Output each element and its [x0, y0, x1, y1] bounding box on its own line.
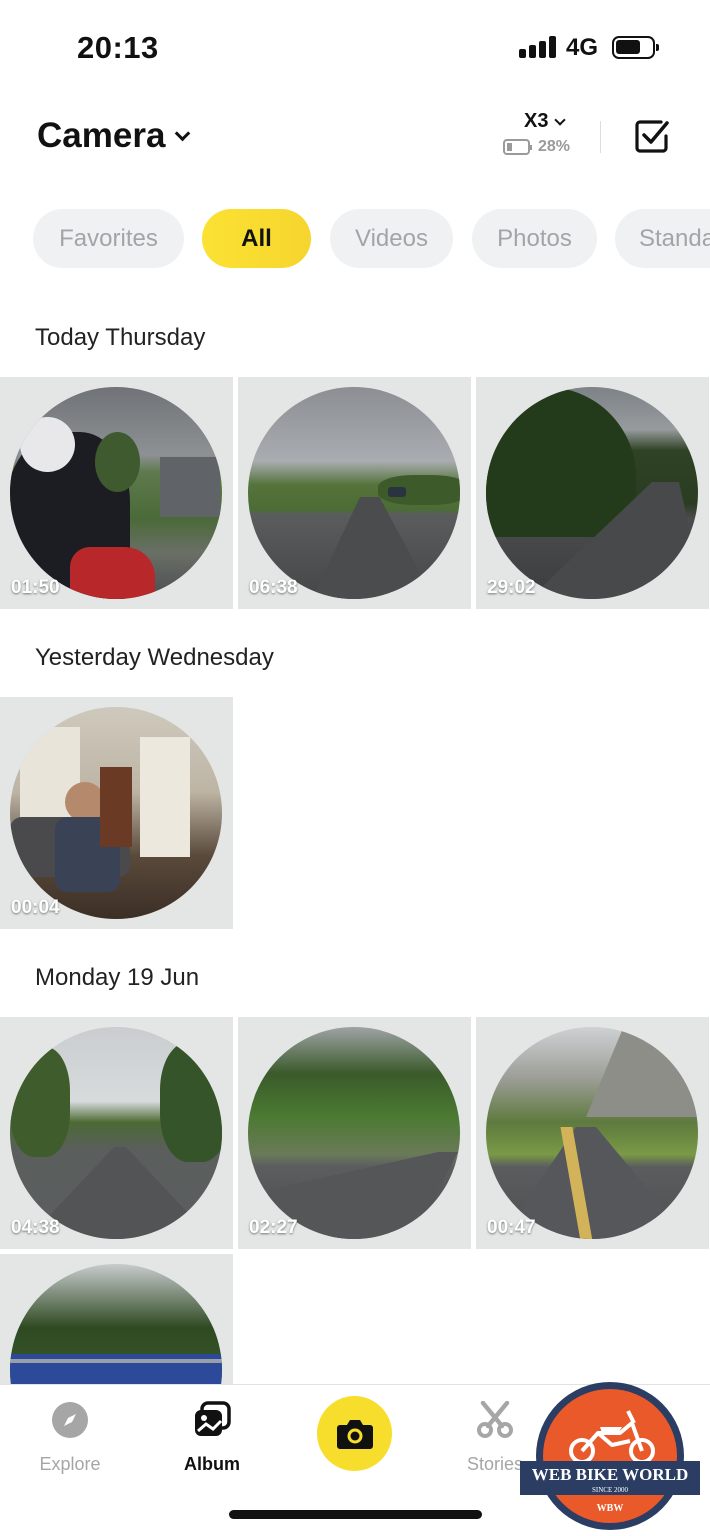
page-title: Camera	[37, 116, 166, 155]
video-duration: 00:04	[11, 897, 60, 918]
filter-favorites[interactable]: Favorites	[33, 209, 184, 268]
filter-all[interactable]: All	[202, 209, 311, 268]
video-preview	[248, 1027, 460, 1239]
tab-explore[interactable]: Explore	[25, 1401, 115, 1475]
web-bike-world-logo: WEB BIKE WORLD SINCE 2000 WBW	[520, 1382, 700, 1530]
filter-photos[interactable]: Photos	[472, 209, 597, 268]
camera-icon	[336, 1419, 373, 1449]
media-thumbnail[interactable]: 04:38	[0, 1017, 233, 1249]
media-thumbnail[interactable]: 06:38	[238, 377, 471, 609]
media-thumbnail[interactable]: 02:27	[238, 1017, 471, 1249]
device-battery-icon	[503, 139, 532, 155]
watermark-name: WEB BIKE WORLD	[532, 1465, 689, 1484]
filter-chips: Favorites All Videos Photos Standa	[0, 209, 710, 269]
watermark-since: SINCE 2000	[592, 1486, 628, 1494]
album-icon	[195, 1401, 231, 1436]
media-thumbnail[interactable]	[0, 1254, 233, 1384]
camera-shutter-button[interactable]	[317, 1396, 392, 1471]
video-preview	[10, 387, 222, 599]
compass-icon	[52, 1402, 88, 1438]
filter-videos[interactable]: Videos	[330, 209, 453, 268]
video-duration: 06:38	[249, 577, 298, 598]
video-preview	[10, 1027, 222, 1239]
tab-album-label: Album	[184, 1454, 240, 1474]
video-duration: 00:47	[487, 1217, 536, 1238]
section-title: Monday 19 Jun	[35, 964, 200, 991]
status-time: 20:13	[77, 30, 159, 65]
media-thumbnail[interactable]: 01:50	[0, 377, 233, 609]
network-type: 4G	[566, 34, 599, 61]
device-selector[interactable]: X3 28%	[503, 110, 583, 156]
chevron-down-icon	[175, 125, 191, 141]
scissors-icon	[477, 1400, 513, 1438]
tab-explore-label: Explore	[39, 1454, 101, 1474]
media-thumbnail[interactable]: 00:04	[0, 697, 233, 929]
tab-album[interactable]: Album	[167, 1401, 257, 1475]
device-battery-level: 28%	[538, 138, 571, 155]
device-name: X3	[524, 110, 549, 132]
section-title: Today Thursday	[35, 324, 206, 351]
checkbox-icon	[635, 120, 669, 153]
select-mode-button[interactable]	[634, 118, 670, 154]
video-preview	[248, 387, 460, 599]
video-duration: 04:38	[11, 1217, 60, 1238]
home-indicator	[229, 1510, 482, 1519]
battery-icon	[612, 36, 659, 59]
watermark-abbr: WBW	[597, 1503, 624, 1514]
video-duration: 01:50	[11, 577, 60, 598]
header-divider	[600, 121, 601, 153]
video-preview	[486, 1027, 698, 1239]
camera-title-dropdown[interactable]: Camera	[37, 116, 191, 156]
section-title: Yesterday Wednesday	[35, 644, 274, 671]
signal-icon	[519, 36, 557, 58]
video-duration: 02:27	[249, 1217, 298, 1238]
chevron-down-icon	[554, 113, 567, 126]
filter-standard[interactable]: Standa	[615, 209, 710, 268]
media-thumbnail[interactable]: 29:02	[476, 377, 709, 609]
video-preview	[10, 1264, 222, 1384]
video-preview	[10, 707, 222, 919]
video-duration: 29:02	[487, 577, 536, 598]
video-preview	[486, 387, 698, 599]
media-thumbnail[interactable]: 00:47	[476, 1017, 709, 1249]
status-bar: 20:13 4G	[0, 0, 710, 95]
